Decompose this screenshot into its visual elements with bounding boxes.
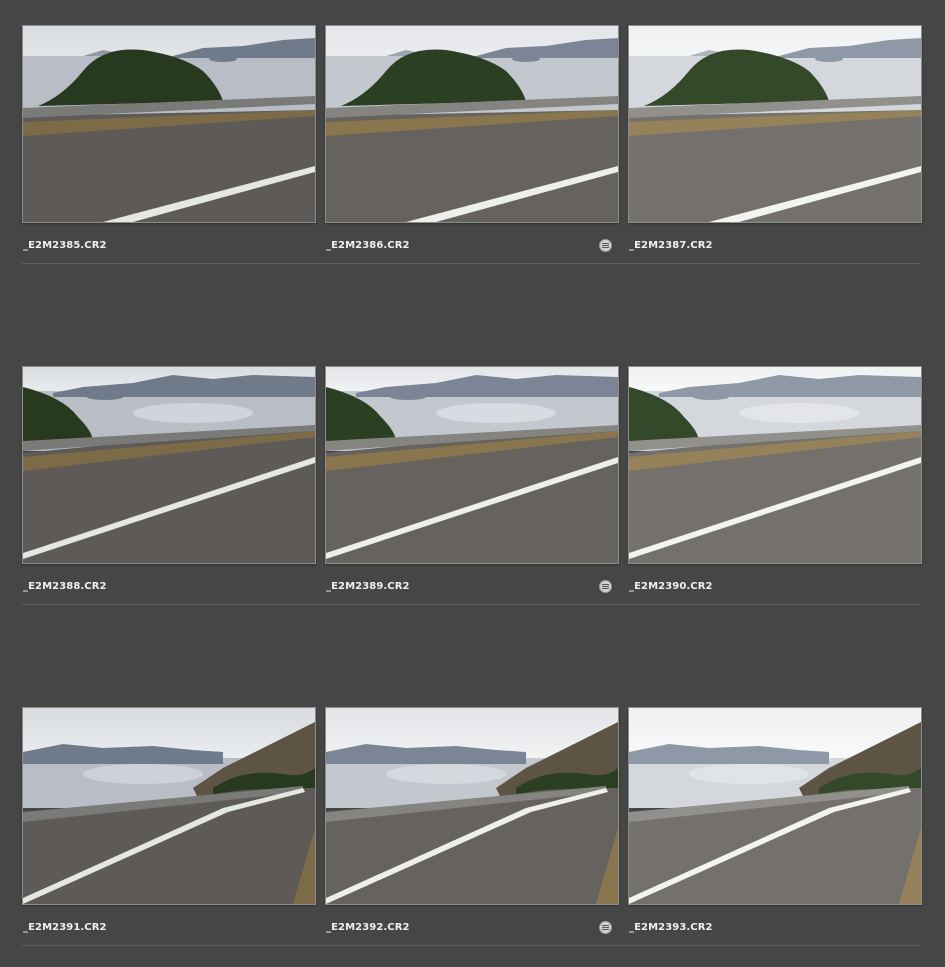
- thumbnail-filename: _E2M2390.CR2: [629, 581, 713, 592]
- thumbnail-image[interactable]: [22, 25, 316, 223]
- thumbnail-filename: _E2M2387.CR2: [629, 240, 713, 251]
- thumbnail-filename: _E2M2386.CR2: [326, 240, 410, 251]
- thumbnail-image[interactable]: [628, 25, 922, 223]
- thumbnail-image[interactable]: [628, 707, 922, 905]
- thumbnail-image[interactable]: [325, 366, 619, 564]
- thumbnail-image[interactable]: [628, 366, 922, 564]
- thumbnail-filename: _E2M2389.CR2: [326, 581, 410, 592]
- stack-badge-icon[interactable]: [599, 239, 612, 252]
- thumbnail-filename: _E2M2388.CR2: [23, 581, 107, 592]
- thumbnail-filename: _E2M2385.CR2: [23, 240, 107, 251]
- thumbnail-image[interactable]: [22, 366, 316, 564]
- row-separator: [22, 945, 920, 946]
- stack-badge-icon[interactable]: [599, 580, 612, 593]
- thumbnail-filename: _E2M2393.CR2: [629, 922, 713, 933]
- thumbnail-image[interactable]: [325, 25, 619, 223]
- stack-badge-icon[interactable]: [599, 921, 612, 934]
- thumbnail-filename: _E2M2391.CR2: [23, 922, 107, 933]
- row-separator: [22, 604, 920, 605]
- thumbnail-filename: _E2M2392.CR2: [326, 922, 410, 933]
- thumbnail-image[interactable]: [22, 707, 316, 905]
- thumbnail-image[interactable]: [325, 707, 619, 905]
- row-separator: [22, 263, 920, 264]
